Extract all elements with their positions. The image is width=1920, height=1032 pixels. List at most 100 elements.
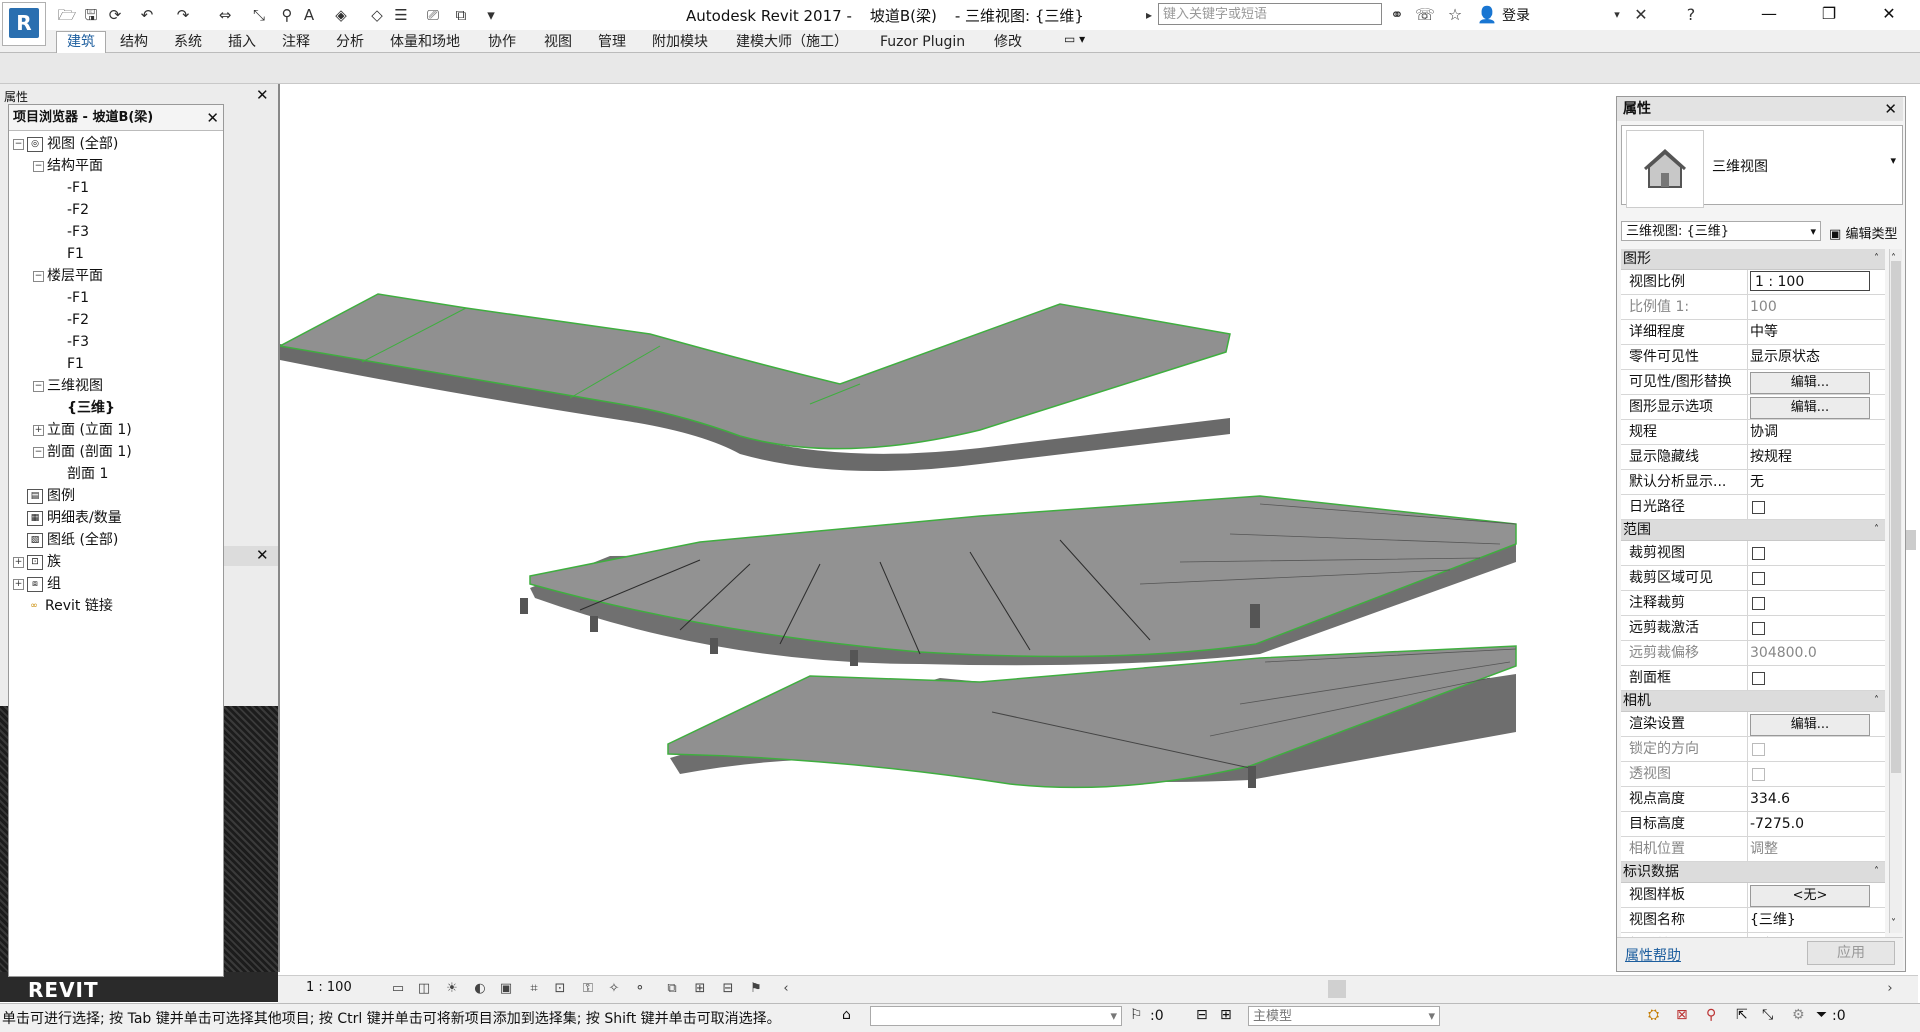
tree-item[interactable]: ▤ 图例	[9, 485, 223, 507]
user-icon[interactable]: 👤	[1476, 4, 1498, 26]
tab-11[interactable]: 建模大师（施工）	[736, 32, 848, 52]
apply-button[interactable]: 应用	[1807, 941, 1895, 965]
tree-toggle-icon[interactable]: −	[13, 139, 24, 150]
property-value[interactable]	[1748, 616, 1885, 640]
property-checkbox[interactable]	[1752, 596, 1765, 610]
right-edge-scroll[interactable]	[1906, 530, 1916, 550]
worksharing-icon[interactable]: ⧉	[662, 979, 682, 999]
3d-viewport[interactable]	[277, 84, 1612, 972]
crop-region-icon[interactable]: ⊡	[550, 979, 570, 999]
detail-level-icon[interactable]: ▭	[388, 979, 408, 999]
tree-toggle-icon[interactable]: +	[33, 425, 44, 436]
tree-item[interactable]: − ◎ 视图 (全部)	[9, 133, 223, 155]
property-value[interactable]: <无>	[1748, 883, 1885, 907]
tree-item[interactable]: ∞ Revit 链接	[9, 595, 223, 617]
customize-qat-icon[interactable]: ▾	[480, 4, 502, 26]
property-checkbox[interactable]	[1752, 500, 1765, 514]
tree-item[interactable]: F1	[9, 243, 223, 265]
tree-item[interactable]: -F2	[9, 199, 223, 221]
tree-item[interactable]: + ⊡ 族	[9, 551, 223, 573]
tab-1[interactable]: 结构	[120, 32, 148, 52]
close-icon[interactable]: ✕	[256, 546, 269, 564]
crop-view-icon[interactable]: ⌗	[524, 979, 544, 999]
tag-icon[interactable]: ⚲	[276, 4, 298, 26]
view-scale[interactable]: 1 : 100	[306, 980, 352, 995]
tab-13[interactable]: 修改	[994, 32, 1022, 52]
star-icon[interactable]: ☆	[1444, 4, 1466, 26]
collapse-icon[interactable]: ˄	[1874, 691, 1879, 711]
property-checkbox[interactable]	[1752, 621, 1765, 635]
property-value[interactable]: -7275.0	[1748, 812, 1885, 836]
tree-item[interactable]: − 剖面 (剖面 1)	[9, 441, 223, 463]
tab-5[interactable]: 分析	[336, 32, 364, 52]
property-edit-button[interactable]: 编辑...	[1750, 397, 1870, 419]
tree-item[interactable]: + 立面 (立面 1)	[9, 419, 223, 441]
drag-elements-icon[interactable]: ⤡	[1762, 1007, 1773, 1023]
tree-toggle-icon[interactable]: +	[13, 579, 24, 590]
property-edit-button[interactable]: 编辑...	[1750, 372, 1870, 394]
login-dropdown-icon[interactable]: ▾	[1606, 4, 1628, 26]
tab-12[interactable]: Fuzor Plugin	[880, 32, 965, 52]
properties-scrollbar[interactable]: ˄ ˅	[1889, 249, 1902, 933]
tree-toggle-icon[interactable]: −	[33, 161, 44, 172]
close-hidden-icon[interactable]: ⎚	[422, 4, 444, 26]
dimension-icon[interactable]: ⤡	[248, 4, 270, 26]
render-icon[interactable]: ▣	[496, 979, 516, 999]
tree-item[interactable]: ▧ 图纸 (全部)	[9, 529, 223, 551]
tree-item[interactable]: − 结构平面	[9, 155, 223, 177]
search-input[interactable]: 键入关键字或短语	[1158, 3, 1382, 25]
text-icon[interactable]: A	[298, 4, 320, 26]
measure-icon[interactable]: ⇔	[214, 4, 236, 26]
filter-icon[interactable]: ⏷	[1816, 1007, 1827, 1023]
tree-item[interactable]: {三维}	[9, 397, 223, 419]
tree-item[interactable]: F1	[9, 353, 223, 375]
property-value[interactable]: 无	[1748, 470, 1885, 494]
type-selector[interactable]: 三维视图 ▾	[1621, 125, 1903, 208]
section-icon[interactable]: ◇	[366, 4, 388, 26]
tree-item[interactable]: − 楼层平面	[9, 265, 223, 287]
select-underlay-icon[interactable]: ⊠	[1676, 1007, 1688, 1023]
property-checkbox[interactable]	[1752, 671, 1765, 685]
select-by-face-icon[interactable]: ⇱	[1736, 1007, 1748, 1023]
tab-9[interactable]: 管理	[598, 32, 626, 52]
collapse-icon[interactable]: ˄	[1874, 862, 1879, 882]
tab-4[interactable]: 注释	[282, 32, 310, 52]
edit-type-button[interactable]: ▣ 编辑类型	[1829, 223, 1897, 242]
undo-icon[interactable]: ↶	[136, 4, 158, 26]
close-icon[interactable]: ✕	[206, 105, 219, 131]
login-link[interactable]: 登录	[1502, 5, 1530, 25]
tree-item[interactable]: + ⧈ 组	[9, 573, 223, 595]
property-value[interactable]: 显示原状态	[1748, 345, 1885, 369]
property-value[interactable]	[1748, 495, 1885, 519]
workset-dropdown[interactable]: ▾	[870, 1006, 1122, 1026]
expand-arrow-icon[interactable]: ▸	[1138, 4, 1160, 26]
tree-item[interactable]: ▦ 明细表/数量	[9, 507, 223, 529]
3d-view-icon[interactable]: ◈	[330, 4, 352, 26]
reveal-constraints-icon[interactable]: ⚑	[746, 979, 766, 999]
ribbon-options-icon[interactable]: ▭ ▾	[1064, 32, 1085, 46]
save-icon[interactable]: 🖫	[80, 4, 102, 26]
select-links-icon[interactable]: ⛭	[1648, 1007, 1659, 1023]
property-value[interactable]	[1748, 666, 1885, 690]
scroll-left-icon[interactable]: ‹	[776, 979, 796, 999]
editable-only-icon[interactable]: ⊟	[1196, 1007, 1208, 1023]
scroll-right-icon[interactable]: ›	[1880, 979, 1900, 999]
communication-icon[interactable]: ☏	[1414, 4, 1436, 26]
tree-item[interactable]: -F3	[9, 331, 223, 353]
property-value[interactable]: 334.6	[1748, 787, 1885, 811]
close-icon[interactable]: ✕	[256, 86, 269, 104]
property-value[interactable]: {三维}	[1748, 908, 1885, 932]
property-category[interactable]: 标识数据 ˄	[1621, 862, 1885, 883]
tree-toggle-icon[interactable]: −	[33, 381, 44, 392]
switch-windows-icon[interactable]: ⧉	[450, 4, 472, 26]
sun-path-icon[interactable]: ☀	[442, 979, 462, 999]
background-process-icon[interactable]: ⚙	[1792, 1007, 1805, 1023]
sync-icon[interactable]: ⟳	[104, 4, 126, 26]
restore-button[interactable]: ❐	[1806, 0, 1852, 28]
property-value[interactable]	[1748, 591, 1885, 615]
tab-8[interactable]: 视图	[544, 32, 572, 52]
tree-toggle-icon[interactable]: +	[13, 557, 24, 568]
tab-2[interactable]: 系统	[174, 32, 202, 52]
highlight-displacement-icon[interactable]: ⊟	[718, 979, 738, 999]
application-menu-button[interactable]: R	[2, 2, 46, 46]
